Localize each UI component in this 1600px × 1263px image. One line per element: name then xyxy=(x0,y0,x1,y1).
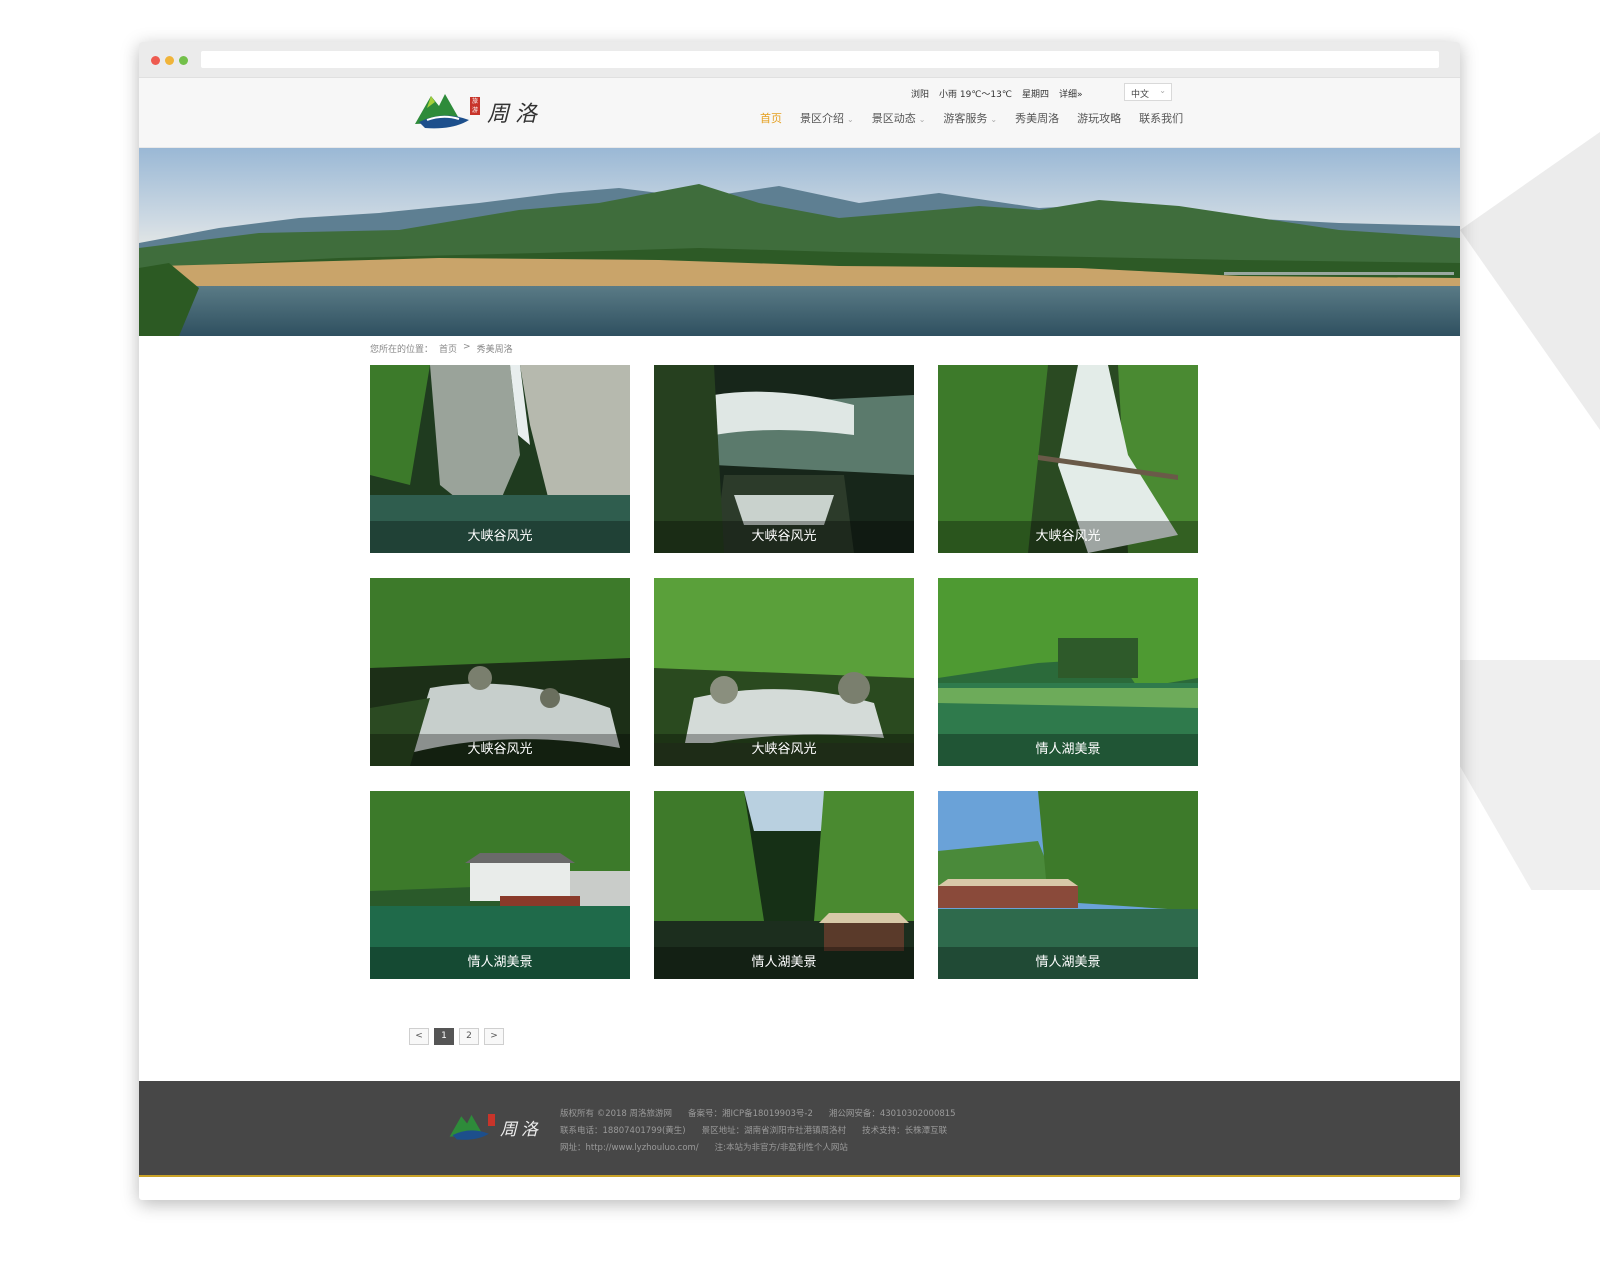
footer-logo-seal xyxy=(488,1114,495,1126)
card-caption: 大峡谷风光 xyxy=(370,734,630,766)
browser-window: 旅游 周洛 浏阳 小雨 19℃～13℃ 星期四 详细» 中文 ⌄ 首页 景区介绍… xyxy=(139,42,1460,1200)
police-record-text: 湘公网安备：43010302000815 xyxy=(828,1109,956,1119)
website-link[interactable]: 网址：http://www.lyzhouluo.com/ xyxy=(560,1140,699,1157)
gallery-card[interactable]: 大峡谷风光 xyxy=(654,578,914,766)
footer-line: 网址：http://www.lyzhouluo.com/ 注:本站为非官方/非盈… xyxy=(560,1140,956,1157)
language-select[interactable]: 中文 ⌄ xyxy=(1124,83,1172,101)
page-button-2[interactable]: 2 xyxy=(459,1028,479,1045)
prev-page-button[interactable]: < xyxy=(409,1028,429,1045)
card-caption: 大峡谷风光 xyxy=(938,521,1198,553)
site-header: 旅游 周洛 浏阳 小雨 19℃～13℃ 星期四 详细» 中文 ⌄ 首页 景区介绍… xyxy=(139,78,1460,148)
weather-city: 浏阳 xyxy=(911,90,930,100)
chevron-down-icon: ⌄ xyxy=(990,115,998,124)
icp-text: 备案号：湘ICP备18019903号-2 xyxy=(688,1109,813,1119)
nav-label: 游客服务 xyxy=(943,112,988,125)
nav-contact-us[interactable]: 联系我们 xyxy=(1130,110,1192,126)
footer-logo-text: 周洛 xyxy=(500,1120,542,1140)
weather-weekday: 星期四 xyxy=(1022,90,1050,100)
copyright-text: 版权所有 ©2018 周洛旅游网 xyxy=(560,1109,673,1119)
breadcrumb-separator: > xyxy=(463,342,471,352)
card-caption: 情人湖美景 xyxy=(938,947,1198,979)
card-caption: 情人湖美景 xyxy=(654,947,914,979)
card-caption: 情人湖美景 xyxy=(938,734,1198,766)
hero-banner xyxy=(139,148,1460,336)
weather-condition: 小雨 19℃～13℃ xyxy=(939,90,1012,100)
gallery-card[interactable]: 大峡谷风光 xyxy=(370,365,630,553)
tech-support-text: 技术支持：长株潭互联 xyxy=(862,1126,948,1136)
nav-scenic-news[interactable]: 景区动态 ⌄ xyxy=(863,110,935,126)
logo-seal: 旅游 xyxy=(470,97,480,115)
disclaimer-text: 注:本站为非官方/非盈利性个人网站 xyxy=(714,1143,848,1153)
nav-scenic-intro[interactable]: 景区介绍 ⌄ xyxy=(791,110,863,126)
photo-gallery: 大峡谷风光 大峡谷风光 大峡谷风光 大峡谷风光 大峡谷风光 情人湖美景 情人湖美… xyxy=(370,365,1198,979)
nav-home[interactable]: 首页 xyxy=(751,110,791,126)
chevron-down-icon: ⌄ xyxy=(847,115,854,124)
next-page-button[interactable]: > xyxy=(484,1028,504,1045)
footer-line: 版权所有 ©2018 周洛旅游网 备案号：湘ICP备18019903号-2 湘公… xyxy=(560,1106,956,1123)
close-window-icon[interactable] xyxy=(151,56,160,65)
breadcrumb-prefix: 您所在的位置： xyxy=(370,345,434,355)
gallery-card[interactable]: 情人湖美景 xyxy=(370,791,630,979)
minimize-window-icon[interactable] xyxy=(165,56,174,65)
browser-chrome xyxy=(139,42,1460,78)
footer-info: 版权所有 ©2018 周洛旅游网 备案号：湘ICP备18019903号-2 湘公… xyxy=(560,1106,956,1157)
gallery-card[interactable]: 情人湖美景 xyxy=(654,791,914,979)
card-caption: 情人湖美景 xyxy=(370,947,630,979)
chevron-down-icon: ⌄ xyxy=(1159,86,1166,95)
footer-logo: 周洛 xyxy=(448,1109,548,1145)
nav-label: 景区动态 xyxy=(871,112,916,125)
gallery-card[interactable]: 情人湖美景 xyxy=(938,791,1198,979)
card-caption: 大峡谷风光 xyxy=(370,521,630,553)
nav-label: 景区介绍 xyxy=(800,112,844,125)
nav-label: 游玩攻略 xyxy=(1077,112,1122,125)
gallery-card[interactable]: 大峡谷风光 xyxy=(938,365,1198,553)
mountain-logo-icon xyxy=(415,94,469,129)
chevron-down-icon: ⌄ xyxy=(918,115,926,124)
weather-widget: 浏阳 小雨 19℃～13℃ 星期四 详细» xyxy=(911,87,1083,100)
decorative-shape xyxy=(1460,0,1600,575)
weather-detail-link[interactable]: 详细» xyxy=(1059,87,1083,100)
breadcrumb-home[interactable]: 首页 xyxy=(439,342,457,355)
breadcrumb-current: 秀美周洛 xyxy=(476,345,513,355)
gallery-card[interactable]: 大峡谷风光 xyxy=(370,578,630,766)
main-nav: 首页 景区介绍 ⌄ 景区动态 ⌄ 游客服务 ⌄ 秀美周洛 游玩攻略 联系我们 xyxy=(751,110,1192,126)
page-button-1[interactable]: 1 xyxy=(434,1028,454,1045)
address-bar[interactable] xyxy=(201,51,1439,68)
nav-travel-guide[interactable]: 游玩攻略 xyxy=(1068,110,1130,126)
gallery-card[interactable]: 情人湖美景 xyxy=(938,578,1198,766)
lake-landscape-image xyxy=(139,184,1460,336)
mountain-logo-icon xyxy=(449,1114,489,1140)
breadcrumb: 您所在的位置： 首页 > 秀美周洛 xyxy=(370,342,513,355)
footer-line: 联系电话：18807401799(黄生) 景区地址：湖南省浏阳市社港镇周洛村 技… xyxy=(560,1123,956,1140)
gallery-card[interactable]: 大峡谷风光 xyxy=(654,365,914,553)
nav-visitor-service[interactable]: 游客服务 ⌄ xyxy=(934,110,1006,126)
nav-label: 秀美周洛 xyxy=(1015,112,1060,125)
nav-label: 首页 xyxy=(760,112,782,125)
logo-text: 周洛 xyxy=(487,102,544,127)
address-text: 景区地址：湖南省浏阳市社港镇周洛村 xyxy=(701,1126,847,1136)
nav-label: 联系我们 xyxy=(1139,112,1184,125)
nav-beautiful-zhouluo[interactable]: 秀美周洛 xyxy=(1006,110,1068,126)
phone-text: 联系电话：18807401799(黄生) xyxy=(560,1126,686,1136)
card-caption: 大峡谷风光 xyxy=(654,734,914,766)
card-caption: 大峡谷风光 xyxy=(654,521,914,553)
site-logo[interactable]: 旅游 周洛 xyxy=(413,86,563,136)
pagination: < 1 2 > xyxy=(409,1028,504,1045)
maximize-window-icon[interactable] xyxy=(179,56,188,65)
site-footer: 周洛 版权所有 ©2018 周洛旅游网 备案号：湘ICP备18019903号-2… xyxy=(139,1081,1460,1177)
language-value: 中文 xyxy=(1131,90,1150,100)
